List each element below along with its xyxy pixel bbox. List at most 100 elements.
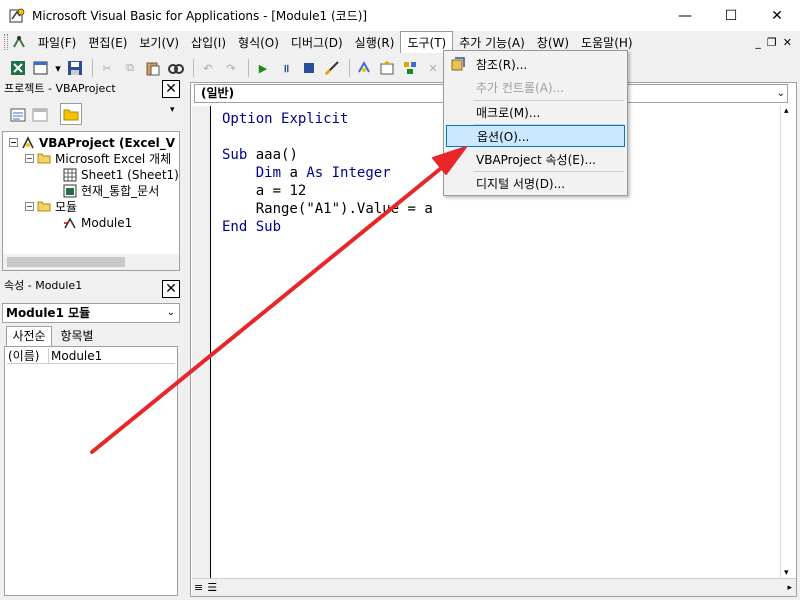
project-tree-hscroll-thumb[interactable] [7,257,125,267]
project-toolbar-scroll-icon[interactable]: ▾ [170,105,180,125]
tree-item-label: Microsoft Excel 개체 [55,152,172,166]
properties-window-icon[interactable] [377,58,397,78]
menu-item-digital-signature[interactable]: 디지털 서명(D)... [446,172,625,194]
property-name: (이름) [7,349,49,363]
code-hscroll[interactable]: ≡ ☰ ▸ [192,578,796,596]
vba-app-icon[interactable] [8,7,26,25]
menu-item-project-properties[interactable]: VBAProject 속성(E)... [446,148,625,170]
mdi-close-icon[interactable]: ✕ [783,36,792,49]
property-row[interactable]: (이름) Module1 [7,349,175,364]
tree-item-modules[interactable]: − 모듈 [25,198,77,215]
tree-item-thisworkbook[interactable]: 현재_통합_문서 [63,182,159,199]
scroll-up-icon[interactable]: ▴ [784,106,789,116]
menu-debug[interactable]: 디버그(D) [285,32,349,53]
chevron-down-icon[interactable]: ⌄ [777,85,785,102]
tree-item-excel-objects[interactable]: − Microsoft Excel 개체 [25,150,171,167]
tree-item-label: Sheet1 (Sheet1) [81,167,179,182]
tab-alphabetic[interactable]: 사전순 [6,326,52,346]
excel-menu-icon[interactable] [12,35,26,49]
toolbox-icon[interactable]: ✕ [423,58,443,78]
menu-format[interactable]: 형식(O) [232,32,285,53]
tree-item-sheet1[interactable]: Sheet1 (Sheet1) [63,166,179,183]
menu-item-additional-controls[interactable]: 추가 컨트롤(A)... [446,76,625,98]
object-combo-label: (일반) [201,86,235,100]
properties-object-label: Module1 모듈 [6,306,91,320]
tree-item-label: 현재_통합_문서 [81,184,160,198]
save-icon[interactable] [65,58,85,78]
references-icon [450,56,466,75]
toolbar-separator [248,59,249,77]
code-line[interactable]: Range("A1").Value = a [222,200,433,218]
tree-item-vbaproject[interactable]: − VBAProject (Excel_V [9,134,175,151]
design-mode-icon[interactable] [322,58,342,78]
view-object-icon[interactable] [32,107,48,126]
code-editor[interactable]: Option Explicit Sub aaa() Dim a As Intege… [222,110,433,236]
full-module-view-icon[interactable]: ☰ [207,581,217,594]
insert-userform-icon[interactable] [31,58,51,78]
folder-icon [37,152,51,166]
menu-item-label: 매크로(M)... [476,105,541,120]
mdi-restore-icon[interactable]: ❐ [767,36,777,49]
cut-icon[interactable]: ✂ [97,58,117,78]
object-browser-icon[interactable] [400,58,420,78]
code-line[interactable]: Sub aaa() [222,146,433,164]
redo-icon[interactable]: ↷ [221,58,241,78]
collapse-icon[interactable]: − [9,138,18,147]
break-icon[interactable]: ॥ [276,58,296,78]
project-pane-toolbar: ▾ [4,103,180,127]
mdi-minimize-icon[interactable]: _ [755,36,761,49]
copy-icon[interactable]: ⧉ [120,58,140,78]
chevron-down-icon[interactable]: ⌄ [167,304,175,322]
toggle-folders-icon[interactable] [60,103,82,125]
folder-icon [37,200,51,214]
menu-view[interactable]: 보기(V) [133,32,185,53]
menu-file[interactable]: 파일(F) [32,32,82,53]
maximize-button[interactable]: ☐ [708,0,754,31]
property-value[interactable]: Module1 [49,349,102,363]
code-line[interactable]: End Sub [222,218,433,236]
view-excel-icon[interactable] [8,58,28,78]
procedure-view-icon[interactable]: ≡ [194,581,203,594]
scroll-down-icon[interactable]: ▾ [784,568,789,578]
project-explorer-icon[interactable] [354,58,374,78]
menubar-grip[interactable] [4,34,8,50]
menu-insert[interactable]: 삽입(I) [185,32,232,53]
project-tree-hscroll[interactable] [3,254,179,270]
collapse-icon[interactable]: − [25,154,34,163]
title-bar: Microsoft Visual Basic for Applications … [0,0,800,31]
menu-edit[interactable]: 편집(E) [82,32,133,53]
code-line[interactable]: a = 12 [222,182,433,200]
tree-item-label: 모듈 [55,200,78,214]
project-pane-close-button[interactable]: ✕ [162,80,180,98]
properties-object-combo[interactable]: Module1 모듈 ⌄ [2,303,180,323]
reset-icon[interactable] [299,58,319,78]
code-line[interactable]: Option Explicit [222,110,433,128]
code-line[interactable]: Dim a As Integer [222,164,433,182]
view-code-icon[interactable] [10,107,26,126]
menu-run[interactable]: 실행(R) [349,32,401,53]
hscroll-right-icon[interactable]: ▸ [787,583,792,593]
menu-item-macros[interactable]: 매크로(M)... [446,101,625,123]
project-tree: − VBAProject (Excel_V − Microsoft Excel … [2,131,180,271]
margin-indicator-bar[interactable] [192,106,211,578]
collapse-icon[interactable]: − [25,202,34,211]
mdi-controls: _ ❐ ✕ [755,36,800,49]
undo-icon[interactable]: ↶ [198,58,218,78]
menu-item-references[interactable]: 참조(R)... [446,53,625,75]
tree-item-label: Module1 [81,215,133,230]
close-button[interactable]: ✕ [754,0,800,31]
toolbar-separator [92,59,93,77]
properties-pane-close-button[interactable]: ✕ [162,280,180,298]
paste-icon[interactable] [143,58,163,78]
insert-dropdown-icon[interactable]: ▾ [54,58,62,78]
minimize-button[interactable]: — [662,0,708,31]
run-icon[interactable]: ▶ [253,58,273,78]
menu-item-options[interactable]: 옵션(O)... [446,125,625,147]
tree-item-module1[interactable]: Module1 [63,214,132,231]
code-line[interactable] [222,128,433,146]
tree-item-label: VBAProject (Excel_V [39,135,176,150]
find-icon[interactable] [166,58,186,78]
code-vscroll[interactable]: ▴ ▾ [780,106,796,578]
menu-bar: 파일(F) 편집(E) 보기(V) 삽입(I) 형식(O) 디버그(D) 실행(… [0,31,800,53]
tab-categorized[interactable]: 항목별 [54,328,100,346]
